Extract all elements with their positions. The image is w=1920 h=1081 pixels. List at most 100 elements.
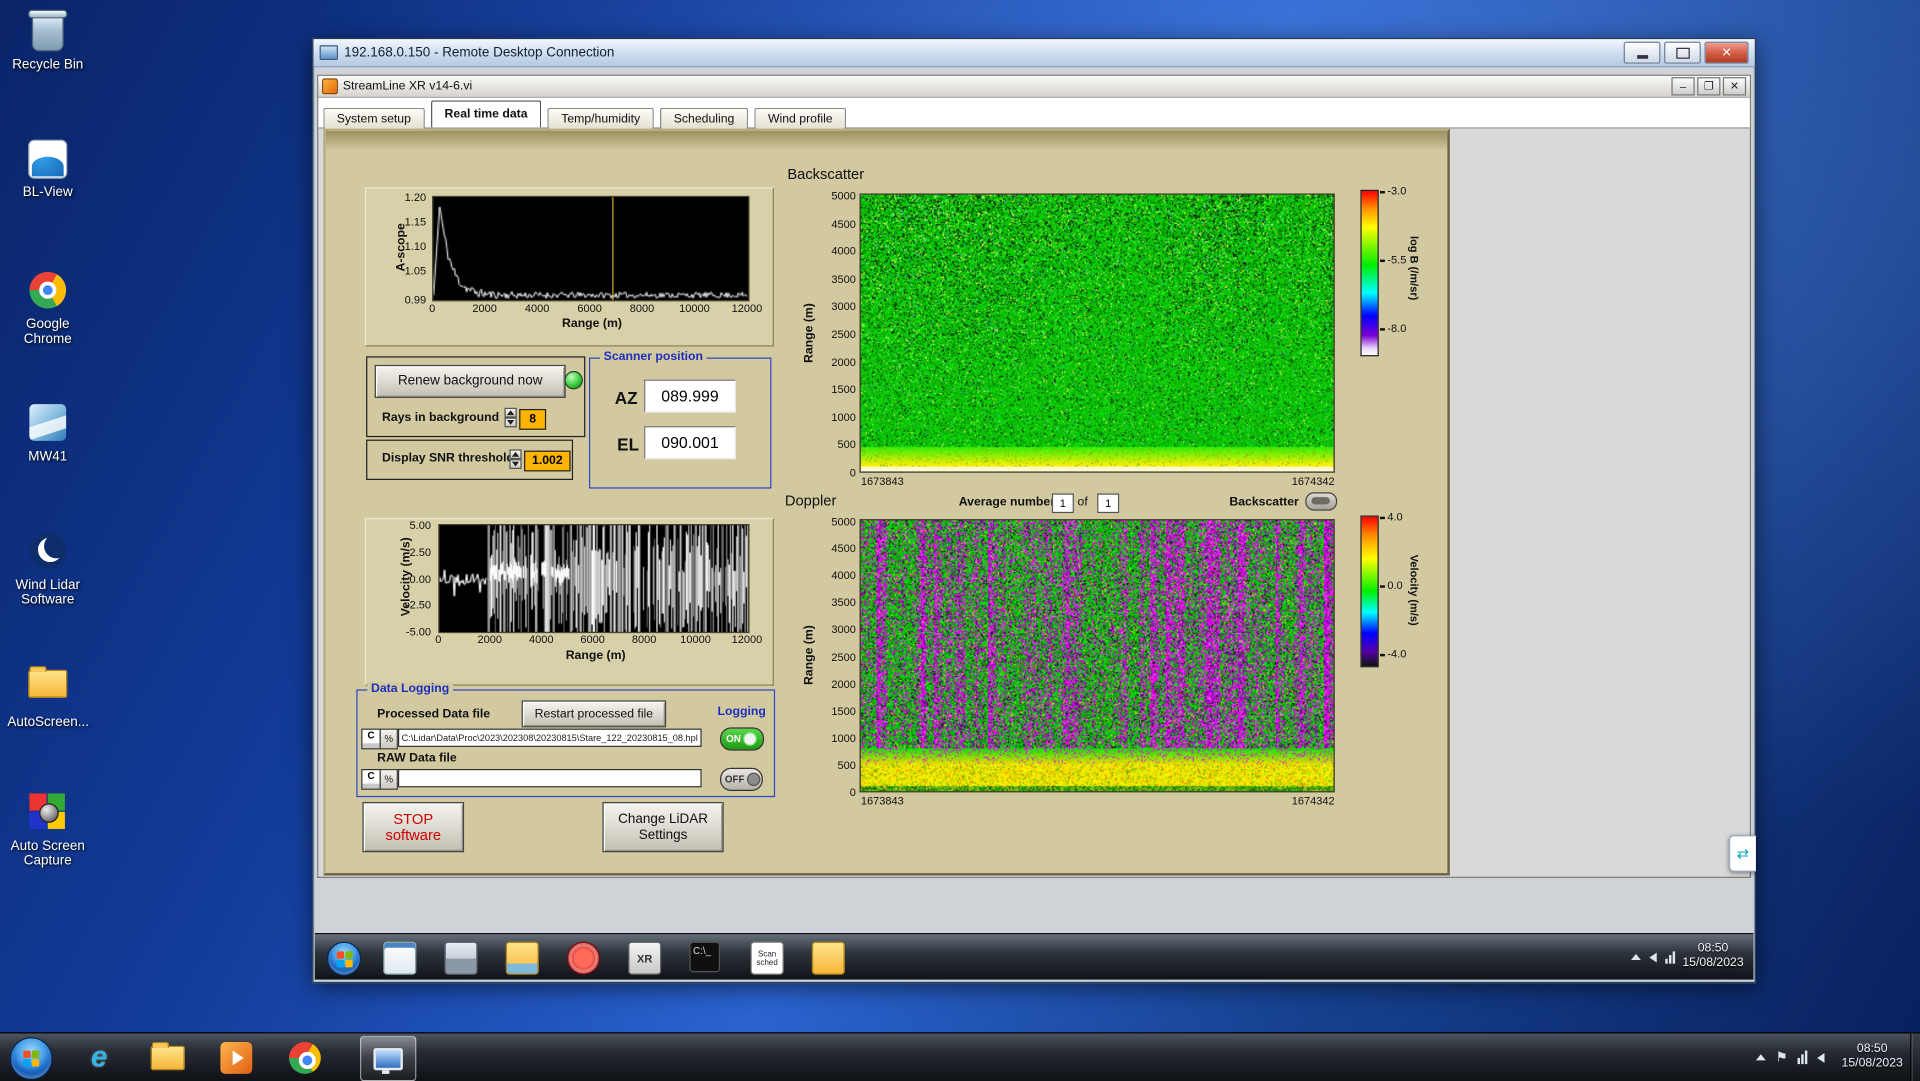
az-label: AZ <box>614 388 638 408</box>
desktop-icon-autoscreen[interactable]: AutoScreen... <box>7 661 89 730</box>
axis-tick: 2.50 <box>409 545 432 559</box>
rays-value[interactable]: 8 <box>519 408 547 430</box>
desktop-icon-mw41[interactable]: MW41 <box>7 402 88 464</box>
desktop-icon-wind-lidar[interactable]: Wind Lidar Software <box>7 530 88 607</box>
host-taskbar: e ⚑ 08:50 15/08/2023 <box>0 1032 1920 1081</box>
raw-drive-select[interactable]: C <box>361 768 381 790</box>
app-minimize-button[interactable]: – <box>1671 77 1695 96</box>
desktop-icon-chrome[interactable]: Google Chrome <box>7 269 88 347</box>
tray-volume-icon[interactable] <box>1817 1052 1825 1063</box>
explorer-folder-icon[interactable] <box>149 1040 186 1077</box>
snr-stepper[interactable] <box>509 449 522 469</box>
rays-stepper[interactable] <box>504 407 517 428</box>
processed-drive-select[interactable]: C <box>361 728 381 750</box>
tab-system-setup[interactable]: System setup <box>323 107 425 130</box>
remote-photo-viewer-icon[interactable] <box>505 941 539 975</box>
remote-clock[interactable]: 08:50 15/08/2023 <box>1682 942 1743 971</box>
remote-stop-sign-icon[interactable] <box>566 941 601 975</box>
chrome-icon <box>27 271 69 314</box>
axis-tick: 4000 <box>831 569 856 582</box>
remote-tray-expand-icon[interactable] <box>1631 953 1641 961</box>
rdp-minimize-button[interactable] <box>1623 41 1661 64</box>
rdp-window-title: 192.168.0.150 - Remote Desktop Connectio… <box>344 45 615 61</box>
axis-tick: 0 <box>429 302 436 315</box>
tab-temp-humidity[interactable]: Temp/humidity <box>547 107 654 130</box>
app-restore-button[interactable]: ❐ <box>1697 77 1721 96</box>
doppler-xend: 1674342 <box>1291 794 1335 807</box>
backscatter-xend: 1674342 <box>1291 475 1335 488</box>
axis-tick: 0.99 <box>404 293 427 307</box>
of-label: of <box>1077 495 1088 510</box>
rdp-close-button[interactable]: ✕ <box>1704 41 1749 64</box>
remote-calculator-icon[interactable] <box>444 941 478 975</box>
remote-command-prompt-icon[interactable]: C:\_ <box>689 941 721 973</box>
backscatter-heatmap[interactable] <box>859 193 1335 473</box>
desktop-icon-recycle-bin[interactable]: Recycle Bin <box>7 10 88 72</box>
windows-flag-icon <box>336 950 353 967</box>
remote-start-button[interactable] <box>326 941 362 976</box>
internet-explorer-icon[interactable]: e <box>81 1040 118 1077</box>
show-desktop-button[interactable] <box>1910 1033 1920 1081</box>
icon-label: BL-View <box>22 184 73 200</box>
tray-action-center-icon[interactable]: ⚑ <box>1776 1049 1788 1066</box>
axis-tick: 500 <box>837 759 856 772</box>
processed-logging-toggle[interactable]: ON <box>720 727 765 751</box>
host-clock[interactable]: 08:50 15/08/2023 <box>1842 1042 1903 1071</box>
tab-scheduling[interactable]: Scheduling <box>660 107 748 130</box>
processed-browse-button[interactable]: % <box>379 728 398 750</box>
remote-xr-app-icon[interactable]: XR <box>628 941 662 975</box>
el-value[interactable]: 090.001 <box>644 426 736 460</box>
remote-volume-icon[interactable] <box>1649 952 1657 962</box>
rdp-titlebar[interactable]: 192.168.0.150 - Remote Desktop Connectio… <box>313 39 1755 68</box>
chrome-taskbar-icon[interactable] <box>287 1040 324 1077</box>
average-number-value[interactable]: 1 <box>1051 493 1074 514</box>
remote-network-icon[interactable] <box>1665 950 1676 964</box>
tray-expand-icon[interactable] <box>1756 1054 1766 1061</box>
axis-tick: -2.50 <box>405 599 432 612</box>
raw-path-field[interactable] <box>397 768 702 788</box>
doppler-heatmap[interactable] <box>859 519 1335 793</box>
axis-tick: 500 <box>837 438 856 452</box>
backscatter-cb-tick-bottom: -8.0 <box>1380 322 1406 334</box>
side-panel-tab[interactable]: ⇄ <box>1728 835 1756 872</box>
off-label: OFF <box>724 773 745 785</box>
rdp-window-icon <box>319 45 338 61</box>
axis-tick: 0 <box>435 633 442 646</box>
axis-tick: 3500 <box>831 596 856 609</box>
rdp-maximize-button[interactable] <box>1664 41 1701 64</box>
axis-tick: 2000 <box>831 677 856 691</box>
renew-background-button[interactable]: Renew background now <box>374 364 566 398</box>
a-scope-plot[interactable] <box>432 195 750 302</box>
backscatter-toggle[interactable] <box>1305 492 1338 511</box>
folder-icon <box>27 666 69 712</box>
scanner-position-title: Scanner position <box>600 350 707 364</box>
tray-network-icon[interactable] <box>1797 1050 1808 1065</box>
remote-explorer-icon[interactable] <box>811 941 845 975</box>
rays-label: Rays in background <box>382 411 500 425</box>
desktop-icon-auto-screen-capture[interactable]: Auto Screen Capture <box>7 791 88 868</box>
tab-wind-profile[interactable]: Wind profile <box>754 107 847 130</box>
velocity-plot[interactable] <box>438 524 750 634</box>
tab-real-time-data[interactable]: Real time data <box>431 100 542 128</box>
raw-logging-toggle[interactable]: OFF <box>720 767 763 792</box>
remote-scan-scheduler-icon[interactable]: Scan sched <box>750 941 784 975</box>
processed-path-field[interactable]: C:\Lidar\Data\Proc\2023\202308\20230815\… <box>397 728 702 747</box>
app-close-button[interactable]: ✕ <box>1722 77 1747 96</box>
az-value[interactable]: 089.999 <box>644 379 736 413</box>
backscatter-xstart: 1673843 <box>860 475 904 488</box>
axis-tick: 8000 <box>629 302 655 315</box>
change-lidar-settings-button[interactable]: Change LiDAR Settings <box>602 802 724 853</box>
app-titlebar[interactable]: StreamLine XR v14-6.vi – ❐ ✕ <box>318 75 1750 98</box>
host-start-button[interactable] <box>9 1037 53 1081</box>
axis-tick: 1500 <box>831 704 856 718</box>
desktop-icon-bl-view[interactable]: BL-View <box>7 137 88 200</box>
doppler-title: Doppler <box>784 492 837 510</box>
raw-browse-button[interactable]: % <box>379 768 398 790</box>
media-player-icon[interactable] <box>218 1040 255 1077</box>
stop-software-button[interactable]: STOP software <box>362 802 465 853</box>
rdp-taskbar-button[interactable] <box>360 1035 417 1081</box>
snr-value[interactable]: 1.002 <box>524 450 571 472</box>
raw-file-label: RAW Data file <box>377 751 457 766</box>
restart-processed-file-button[interactable]: Restart processed file <box>521 700 667 728</box>
remote-notepad-icon[interactable] <box>383 941 417 975</box>
